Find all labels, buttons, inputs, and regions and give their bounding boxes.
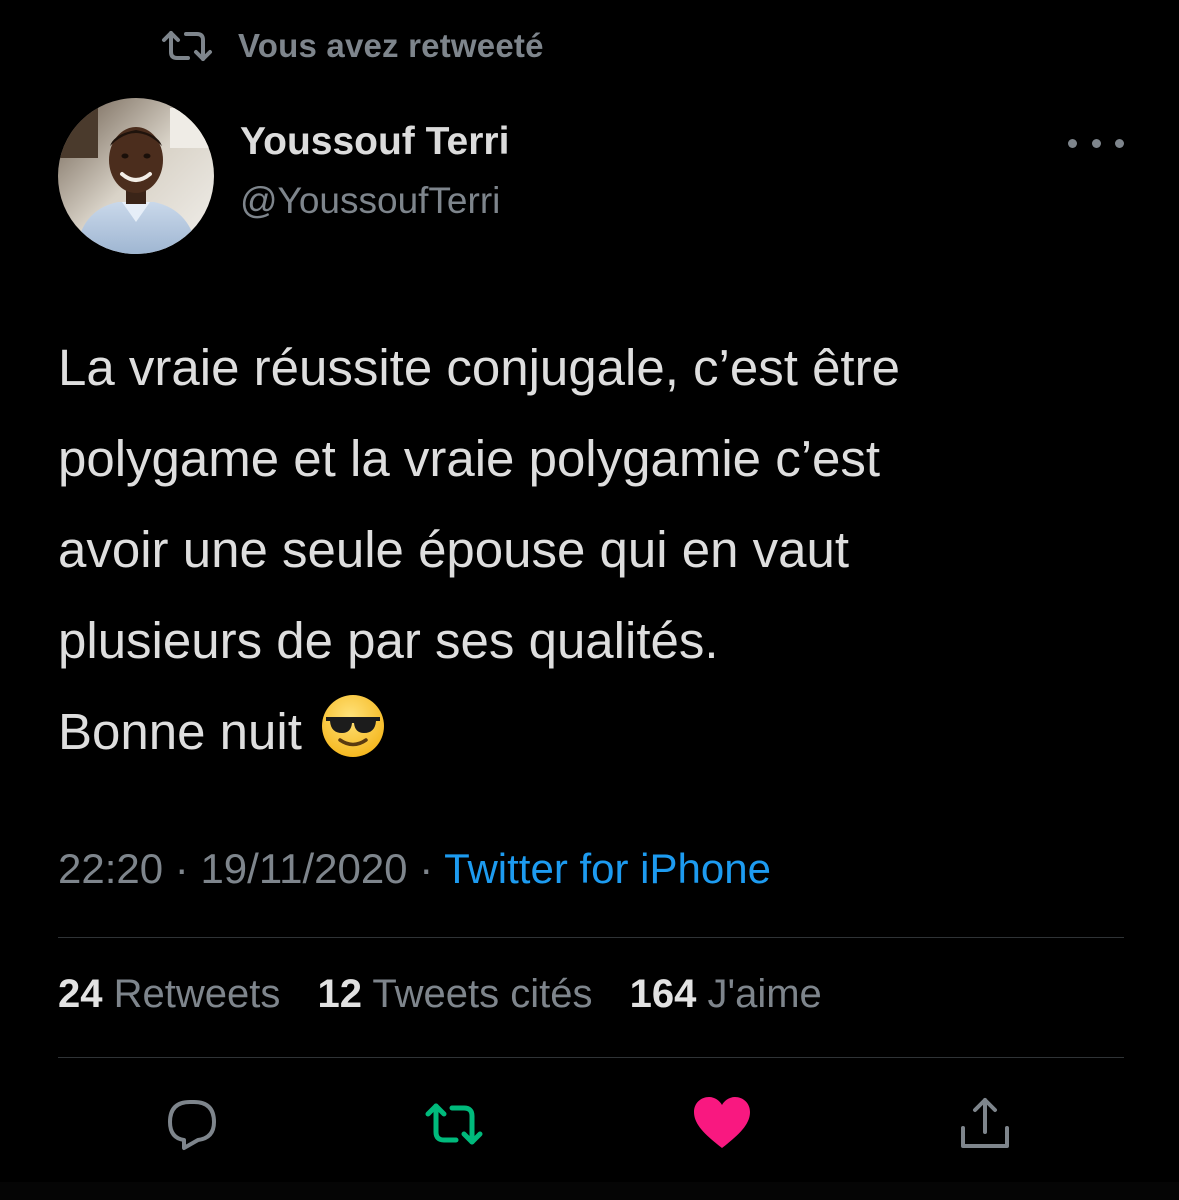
retweet-context: Vous avez retweeté bbox=[160, 24, 544, 68]
tweet-line: polygame et la vraie polygamie c’est bbox=[58, 430, 881, 487]
author-name[interactable]: Youssouf Terri bbox=[240, 120, 509, 164]
quotes-stat[interactable]: 12 Tweets cités bbox=[318, 972, 593, 1016]
tweet-date: 19/11/2020 bbox=[200, 845, 408, 892]
tweet-last-line: Bonne nuit bbox=[58, 686, 1128, 777]
retweet-context-label: Vous avez retweeté bbox=[238, 27, 544, 64]
tweet-line: plusieurs de par ses qualités. bbox=[58, 612, 719, 669]
author-handle[interactable]: @YoussoufTerri bbox=[240, 180, 500, 222]
retweet-icon bbox=[425, 1103, 483, 1145]
quotes-count: 12 bbox=[317, 972, 363, 1016]
retweet-icon bbox=[160, 28, 214, 64]
tweet-text: La vraie réussite conjugale, c’est être … bbox=[58, 322, 1128, 777]
retweet-button[interactable] bbox=[422, 1092, 486, 1156]
quotes-label: Tweets cités bbox=[372, 972, 593, 1016]
profile-photo bbox=[58, 98, 214, 254]
more-dot bbox=[1091, 138, 1101, 148]
more-options-button[interactable] bbox=[1068, 128, 1124, 158]
reply-button[interactable] bbox=[160, 1092, 224, 1156]
tweet-time: 22:20 bbox=[58, 845, 164, 892]
retweets-label: Retweets bbox=[113, 972, 281, 1016]
avatar[interactable] bbox=[58, 98, 214, 254]
tweet-source-link[interactable]: Twitter for iPhone bbox=[444, 845, 771, 892]
share-button[interactable] bbox=[953, 1092, 1017, 1156]
likes-count: 164 bbox=[629, 972, 697, 1016]
retweets-count: 24 bbox=[58, 972, 103, 1016]
likes-stat[interactable]: 164 J'aime bbox=[630, 972, 822, 1016]
tweet-line-text: Bonne nuit bbox=[58, 703, 302, 760]
meta-separator: · bbox=[174, 845, 189, 892]
bottom-edge bbox=[0, 1182, 1179, 1200]
meta-separator: · bbox=[419, 845, 434, 892]
divider bbox=[58, 937, 1124, 938]
tweet-meta: 22:20 · 19/11/2020 · Twitter for iPhone bbox=[58, 845, 771, 893]
tweet-line: La vraie réussite conjugale, c’est être bbox=[58, 339, 900, 396]
tweet-line: avoir une seule épouse qui en vaut bbox=[58, 521, 850, 578]
tweet-actions bbox=[0, 1092, 1179, 1162]
more-dot bbox=[1115, 138, 1124, 148]
retweets-stat[interactable]: 24 Retweets bbox=[58, 972, 280, 1016]
tweet-stats: 24 Retweets 12 Tweets cités 164 J'aime bbox=[58, 972, 848, 1017]
reply-icon bbox=[168, 1100, 216, 1150]
divider bbox=[58, 1057, 1124, 1058]
heart-icon bbox=[694, 1097, 750, 1148]
likes-label: J'aime bbox=[707, 972, 822, 1016]
share-icon bbox=[961, 1098, 1009, 1148]
sunglasses-emoji-icon bbox=[320, 693, 386, 759]
more-horizontal-icon bbox=[1068, 138, 1077, 148]
like-button[interactable] bbox=[690, 1092, 754, 1156]
